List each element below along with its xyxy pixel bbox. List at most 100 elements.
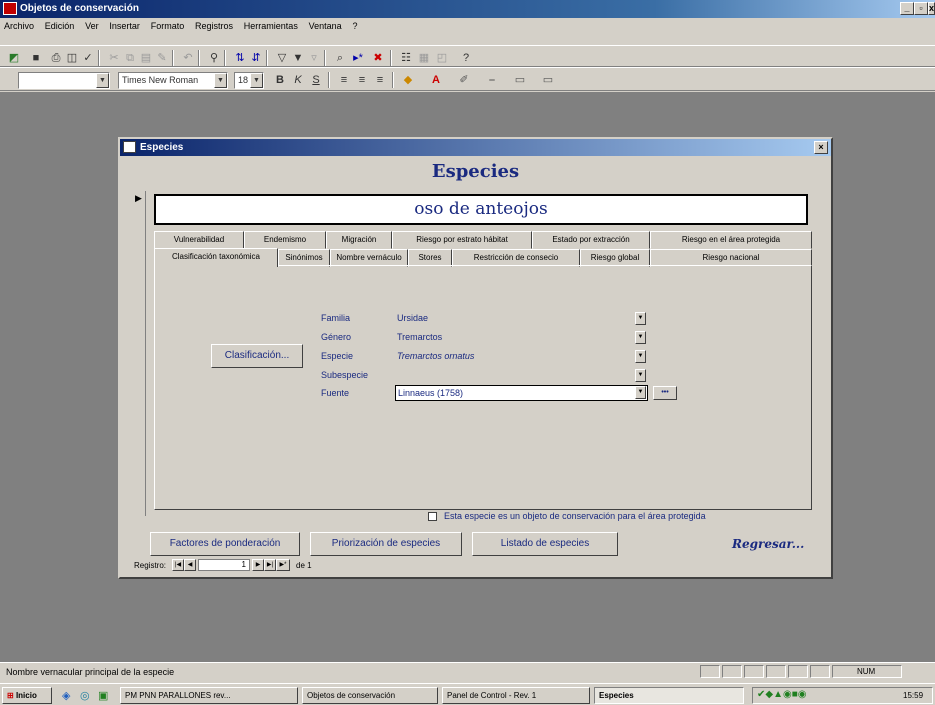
tab-endemismo[interactable]: Endemismo <box>244 231 326 249</box>
close-button[interactable]: x <box>928 2 935 15</box>
start-button[interactable]: ⊞ Inicio <box>2 687 52 704</box>
format-painter-icon[interactable]: ✎ <box>154 50 170 66</box>
prev-record-icon[interactable]: ◀ <box>184 559 196 571</box>
menu-insertar[interactable]: Insertar <box>105 18 144 31</box>
fuente-dropdown[interactable]: ▼ <box>635 386 646 399</box>
priorizacion-especies-button[interactable]: Priorización de especies <box>310 532 462 556</box>
menu-herramientas[interactable]: Herramientas <box>240 18 302 31</box>
factores-ponderacion-button[interactable]: Factores de ponderación <box>150 532 300 556</box>
new-object-icon[interactable]: ◰ <box>434 50 450 66</box>
especie-value[interactable]: Tremarctos ornatus <box>397 351 474 361</box>
new-record-icon[interactable]: ▸* <box>350 50 366 66</box>
find-icon[interactable]: ⌕ <box>332 50 348 66</box>
undo-icon[interactable]: ↶ <box>180 50 196 66</box>
italic-icon[interactable]: K <box>290 72 306 88</box>
toolbar-separator <box>392 72 394 88</box>
tab-riesgo-area[interactable]: Riesgo en el área protegida <box>650 231 812 249</box>
access-app-icon[interactable] <box>3 2 17 15</box>
tab-riesgo-estrato[interactable]: Riesgo por estrato hábitat <box>392 231 532 249</box>
delete-record-icon[interactable]: ✖ <box>370 50 386 66</box>
explorer-quicklaunch-icon[interactable]: ◈ <box>62 689 76 702</box>
font-color-icon[interactable]: A <box>428 72 444 88</box>
menu-registros[interactable]: Registros <box>191 18 237 31</box>
cut-icon[interactable]: ✂ <box>106 50 122 66</box>
task-objetos-conservacion[interactable]: Objetos de conservación <box>302 687 438 704</box>
form-close-button[interactable]: × <box>814 141 828 154</box>
menu-archivo[interactable]: Archivo <box>0 18 38 31</box>
current-record-input[interactable]: 1 <box>198 559 250 571</box>
fuente-ellipsis-button[interactable]: ••• <box>653 386 677 400</box>
browser-quicklaunch-icon[interactable]: ◎ <box>80 689 94 702</box>
conservation-object-checkbox[interactable] <box>428 512 437 521</box>
sort-ascending-icon[interactable]: ⇅ <box>232 50 248 66</box>
chevron-down-icon: ▼ <box>96 73 109 88</box>
view-icon[interactable]: ◩ <box>6 50 22 66</box>
familia-dropdown[interactable]: ▼ <box>635 312 646 325</box>
status-panel <box>810 665 830 678</box>
filter-by-selection-icon[interactable]: ▽ <box>274 50 290 66</box>
form-title-bar[interactable]: Especies × <box>120 139 831 156</box>
font-select[interactable]: Times New Roman ▼ <box>118 72 228 89</box>
hyperlink-icon[interactable]: ⚲ <box>206 50 222 66</box>
font-size-value: 18 <box>238 75 249 85</box>
task-especies[interactable]: Especies <box>594 687 744 704</box>
fill-color-icon[interactable]: ◆ <box>400 72 416 88</box>
record-selector[interactable]: ▶ <box>134 191 146 516</box>
minimize-button[interactable]: _ <box>900 2 914 15</box>
restore-button[interactable]: ▫ <box>914 2 928 15</box>
tab-vulnerabilidad[interactable]: Vulnerabilidad <box>154 231 244 249</box>
desktop-quicklaunch-icon[interactable]: ▣ <box>98 689 112 702</box>
listado-especies-button[interactable]: Listado de especies <box>472 532 618 556</box>
copy-icon[interactable]: ⧉ <box>122 50 138 66</box>
fuente-value: Linnaeus (1758) <box>398 388 464 398</box>
bold-icon[interactable]: B <box>272 72 288 88</box>
database-window-icon[interactable]: ▦ <box>416 50 432 66</box>
menu-formato[interactable]: Formato <box>147 18 189 31</box>
tab-estado-extraccion[interactable]: Estado por extracción <box>532 231 650 249</box>
font-size-select[interactable]: 18 ▼ <box>234 72 264 89</box>
paste-icon[interactable]: ▤ <box>138 50 154 66</box>
subespecie-dropdown[interactable]: ▼ <box>635 369 646 382</box>
office-assistant-icon[interactable]: ? <box>458 50 474 66</box>
align-left-icon[interactable]: ≡ <box>336 72 352 88</box>
next-record-icon[interactable]: ▶ <box>252 559 264 571</box>
sort-descending-icon[interactable]: ⇵ <box>248 50 264 66</box>
save-icon[interactable]: ■ <box>28 50 44 66</box>
menu-ventana[interactable]: Ventana <box>305 18 346 31</box>
border-icon[interactable]: ▭ <box>512 72 528 88</box>
print-icon[interactable]: ⎙ <box>48 50 64 66</box>
align-center-icon[interactable]: ≡ <box>354 72 370 88</box>
line-color-icon[interactable]: ✐ <box>456 72 472 88</box>
genero-dropdown[interactable]: ▼ <box>635 331 646 344</box>
status-panel <box>766 665 786 678</box>
special-effect-icon[interactable]: ▭ <box>540 72 556 88</box>
first-record-icon[interactable]: |◀ <box>172 559 184 571</box>
properties-icon[interactable]: ☷ <box>398 50 414 66</box>
menu-ver[interactable]: Ver <box>81 18 103 31</box>
tab-migracion[interactable]: Migración <box>326 231 392 249</box>
task-word-doc[interactable]: PM PNN PARALLONES rev... <box>120 687 298 704</box>
fuente-combo[interactable]: Linnaeus (1758) ▼ <box>395 385 648 401</box>
task-panel-control[interactable]: Panel de Control - Rev. 1 <box>442 687 590 704</box>
align-right-icon[interactable]: ≡ <box>372 72 388 88</box>
spelling-icon[interactable]: ✓ <box>80 50 96 66</box>
menu-edicion[interactable]: Edición <box>41 18 79 31</box>
underline-icon[interactable]: S <box>308 72 324 88</box>
tab-clasificacion[interactable]: Clasificación taxonómica <box>154 248 278 267</box>
genero-value[interactable]: Tremarctos <box>397 332 442 342</box>
new-record-nav-icon[interactable]: ▶* <box>276 559 290 571</box>
print-preview-icon[interactable]: ◫ <box>64 50 80 66</box>
regresar-button[interactable]: Regresar... <box>732 537 804 551</box>
familia-value[interactable]: Ursidae <box>397 313 428 323</box>
clasificacion-button[interactable]: Clasificación... <box>211 344 303 368</box>
tray-icons[interactable]: ✔◆▲◉■◉ <box>757 689 806 700</box>
apply-filter-icon[interactable]: ▿ <box>306 50 322 66</box>
last-record-icon[interactable]: ▶| <box>264 559 276 571</box>
taskbar: ⊞ Inicio ◈ ◎ ▣ PM PNN PARALLONES rev... … <box>0 683 935 705</box>
line-width-icon[interactable]: ⎯ <box>484 72 500 88</box>
menu-help[interactable]: ? <box>348 18 361 31</box>
especie-dropdown[interactable]: ▼ <box>635 350 646 363</box>
object-select[interactable]: ▼ <box>18 72 110 89</box>
filter-by-form-icon[interactable]: ▼ <box>290 50 306 66</box>
species-name-field[interactable]: oso de anteojos <box>154 194 808 225</box>
